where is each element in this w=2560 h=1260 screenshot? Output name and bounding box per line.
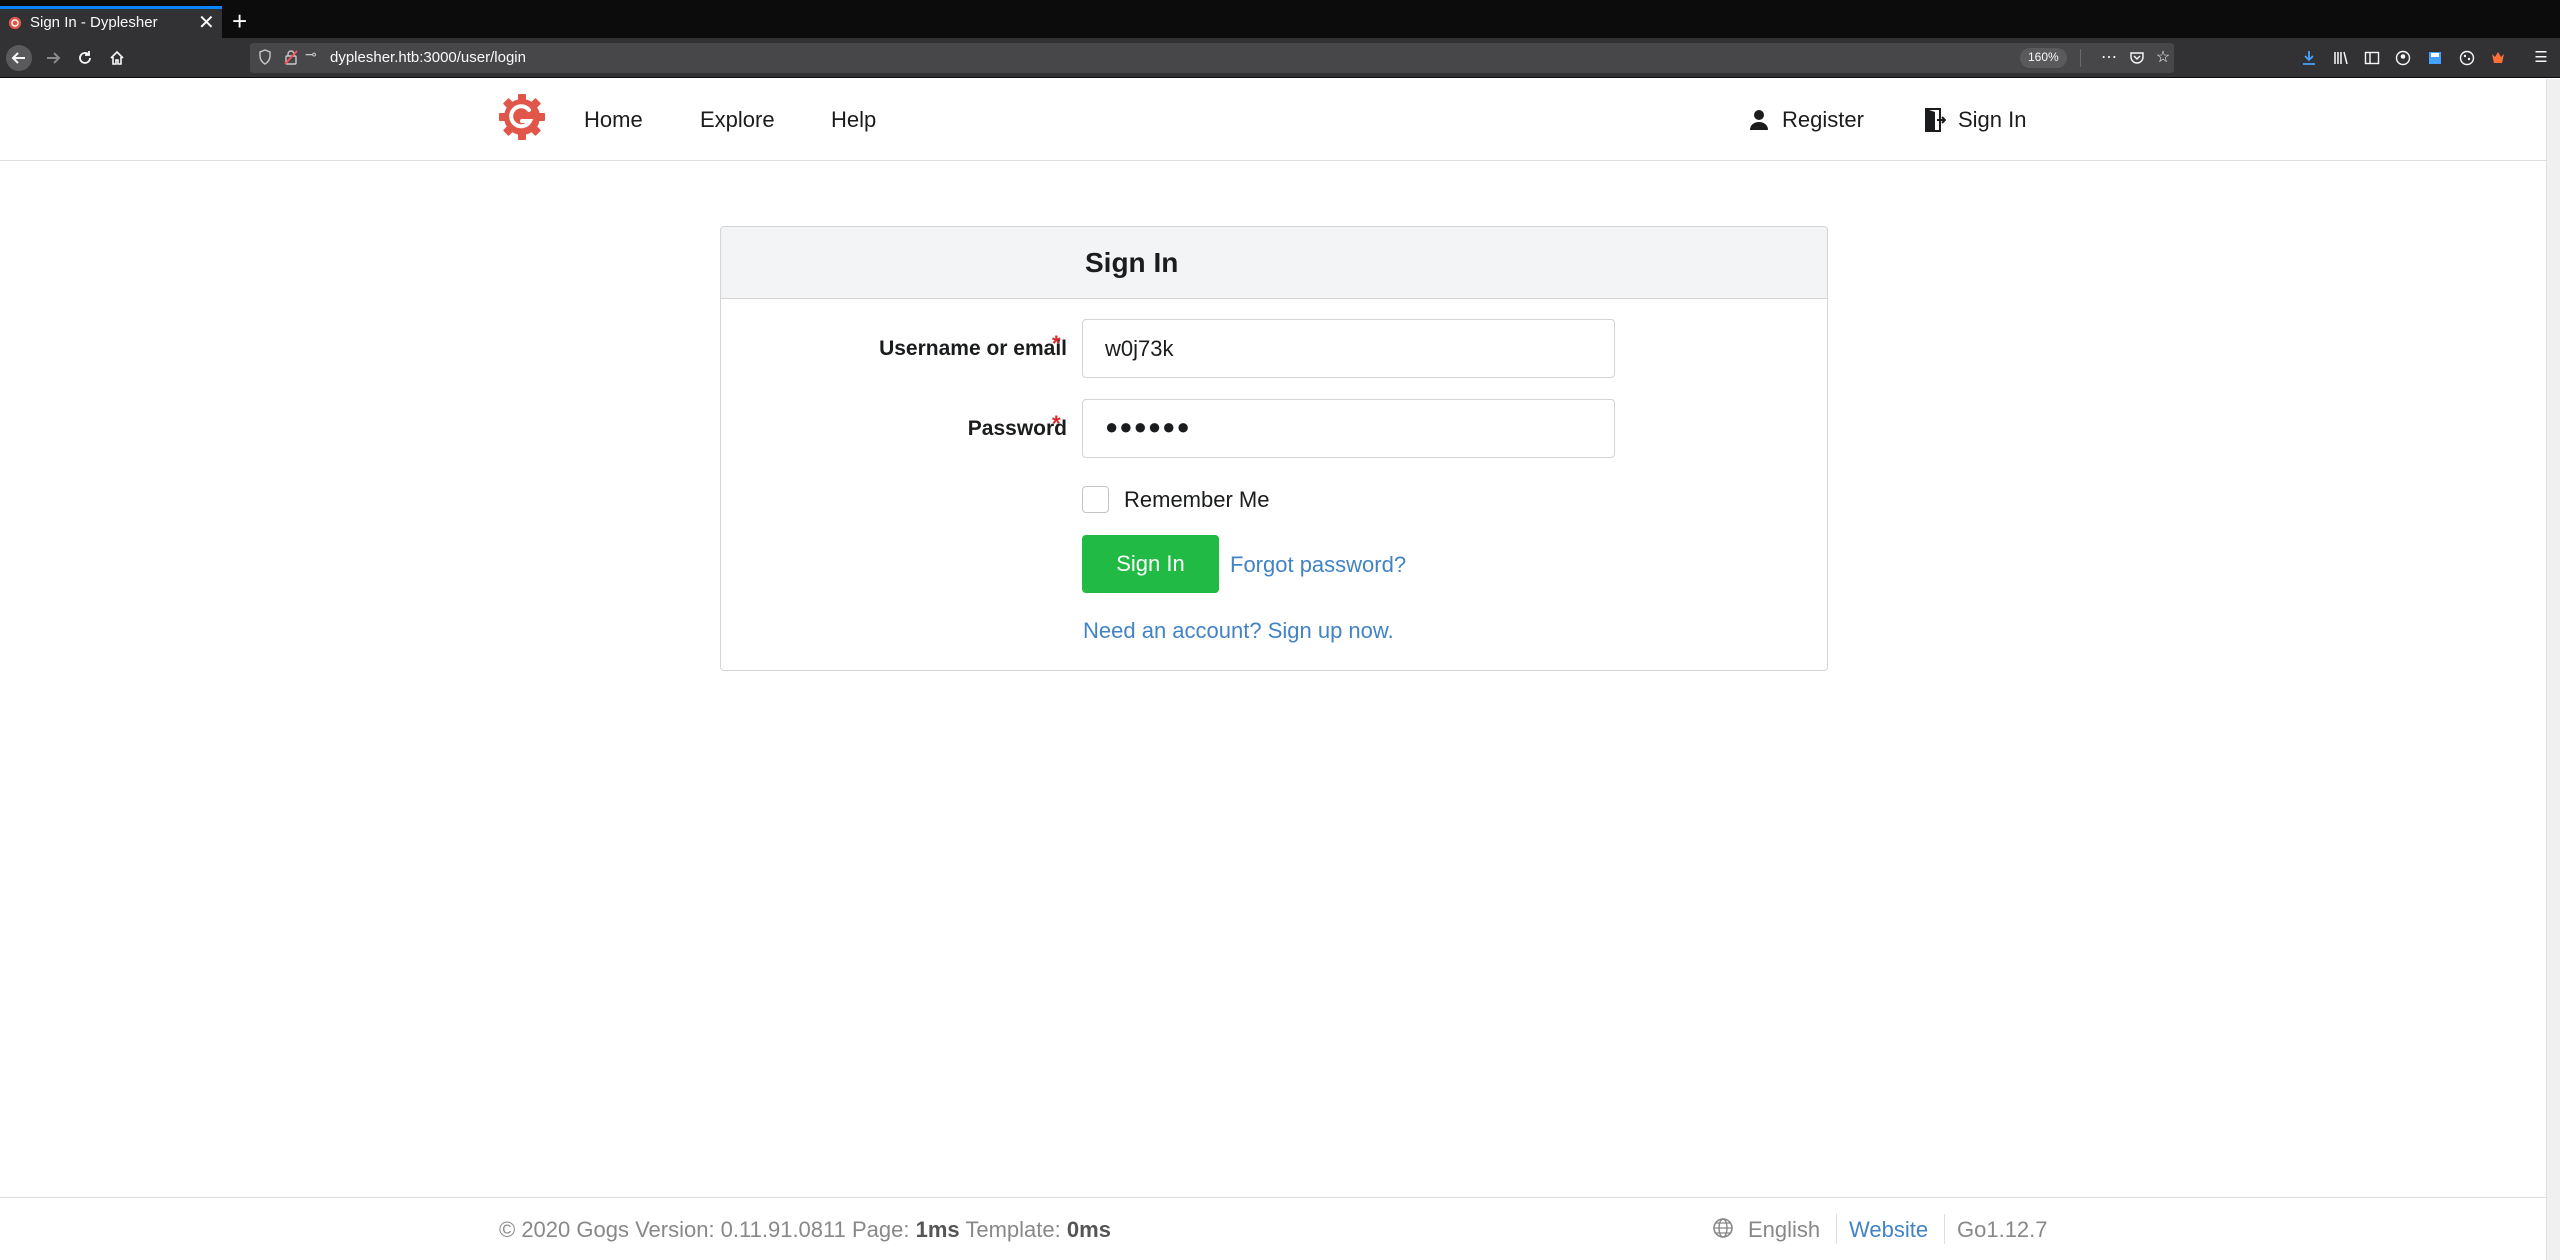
browser-tab-active[interactable]: Sign In - Dyplesher ✕ xyxy=(0,6,222,38)
tab-title: Sign In - Dyplesher xyxy=(30,14,158,31)
gogs-logo-icon[interactable] xyxy=(498,93,546,141)
username-input[interactable]: w0j73k xyxy=(1082,319,1615,378)
nav-explore-link[interactable]: Explore xyxy=(700,107,775,133)
password-required-marker: * xyxy=(1052,411,1061,436)
insecure-lock-icon xyxy=(284,50,298,65)
bookmark-star-icon[interactable]: ☆ xyxy=(2152,47,2174,69)
save-extension-icon[interactable] xyxy=(2424,47,2446,69)
arrow-left-icon xyxy=(11,52,25,64)
site-footer: © 2020 Gogs Version: 0.11.91.0811 Page: … xyxy=(0,1197,2546,1260)
cookie-extension-icon[interactable] xyxy=(2456,47,2478,69)
urlbar-separator xyxy=(2080,49,2081,67)
register-link[interactable]: Register xyxy=(1750,107,1864,133)
page-viewport: Home Explore Help Register Sign In Sign … xyxy=(0,79,2546,1260)
password-input[interactable]: ●●●●●● xyxy=(1082,399,1615,458)
key-icon: ⊸ xyxy=(305,46,317,62)
downloads-icon[interactable] xyxy=(2298,47,2320,69)
sign-in-title: Sign In xyxy=(1085,247,1179,278)
sign-in-button[interactable]: Sign In xyxy=(1082,535,1219,593)
library-icon[interactable] xyxy=(2330,47,2352,69)
site-header: Home Explore Help Register Sign In xyxy=(0,79,2546,161)
footer-copyright: © 2020 Gogs Version: 0.11.91.0811 Page: xyxy=(499,1217,910,1242)
remember-me-label[interactable]: Remember Me xyxy=(1124,487,1269,513)
nav-home-link[interactable]: Home xyxy=(584,107,643,133)
new-tab-button[interactable]: + xyxy=(232,6,247,36)
gogs-favicon-icon xyxy=(8,16,22,30)
website-link[interactable]: Website xyxy=(1849,1217,1928,1243)
sign-in-card: Sign In Username or email * w0j73k Passw… xyxy=(720,226,1828,671)
hamburger-menu-icon[interactable]: ☰ xyxy=(2530,47,2552,69)
tab-bar-edge xyxy=(0,0,2560,6)
footer-template-time: 0ms xyxy=(1066,1217,1111,1242)
remember-me-checkbox[interactable] xyxy=(1082,486,1109,513)
zoom-level-badge[interactable]: 160% xyxy=(2020,48,2067,68)
forward-button[interactable] xyxy=(40,45,66,71)
footer-separator xyxy=(1944,1214,1945,1244)
username-value: w0j73k xyxy=(1105,336,1174,361)
username-label: Username or email xyxy=(879,337,1067,360)
url-text[interactable]: dyplesher.htb:3000/user/login xyxy=(330,49,526,66)
pocket-icon[interactable] xyxy=(2126,47,2148,69)
address-bar[interactable]: ⊸ dyplesher.htb:3000/user/login 160% ⋯ ☆ xyxy=(250,43,2174,73)
footer-version-info: © 2020 Gogs Version: 0.11.91.0811 Page: … xyxy=(499,1217,1111,1243)
go-version: Go1.12.7 xyxy=(1957,1217,2048,1242)
reload-icon xyxy=(79,51,91,64)
footer-separator xyxy=(1836,1214,1837,1244)
password-masked-value: ●●●●●● xyxy=(1105,414,1191,439)
footer-page-time: 1ms xyxy=(915,1217,960,1242)
footer-template-label: Template: xyxy=(965,1217,1061,1242)
tab-close-button[interactable]: ✕ xyxy=(198,10,215,35)
more-actions-icon[interactable]: ⋯ xyxy=(2098,47,2120,69)
browser-tab-bar: Sign In - Dyplesher ✕ + xyxy=(0,0,2560,38)
home-icon xyxy=(110,50,124,65)
sign-in-link[interactable]: Sign In xyxy=(1926,107,2027,133)
shield-icon xyxy=(259,49,271,65)
nav-help-link[interactable]: Help xyxy=(831,107,876,133)
sidebar-icon[interactable] xyxy=(2361,47,2383,69)
account-icon[interactable] xyxy=(2392,47,2414,69)
password-label: Password xyxy=(967,417,1067,440)
sign-up-link[interactable]: Need an account? Sign up now. xyxy=(1083,618,1394,644)
reload-button[interactable] xyxy=(72,45,98,71)
back-button[interactable] xyxy=(6,45,32,71)
fox-extension-icon[interactable] xyxy=(2487,47,2509,69)
arrow-right-icon xyxy=(47,52,61,64)
browser-nav-bar: ⊸ dyplesher.htb:3000/user/login 160% ⋯ ☆… xyxy=(0,38,2560,78)
globe-icon xyxy=(1713,1218,1733,1238)
language-selector[interactable]: English xyxy=(1748,1217,1820,1243)
home-button[interactable] xyxy=(104,45,130,71)
username-required-marker: * xyxy=(1052,331,1061,356)
forgot-password-link[interactable]: Forgot password? xyxy=(1230,552,1406,578)
page-scrollbar[interactable] xyxy=(2546,79,2560,1260)
sign-in-card-header: Sign In xyxy=(721,227,1827,299)
